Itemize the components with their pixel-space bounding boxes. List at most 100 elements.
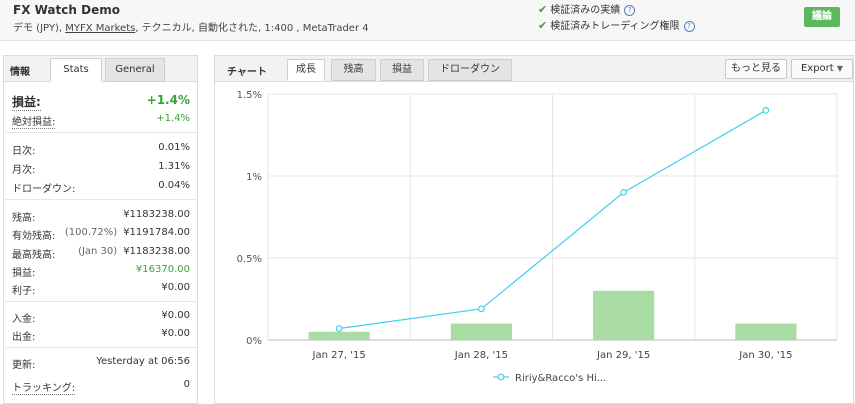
chevron-down-icon: ▼ [836,64,844,73]
data-point [620,188,628,196]
account-system: , テクニカル, 自動化された, 1:400 , MetaTrader 4 [135,23,369,34]
verified-trading-privileges: ✔ 検証済みトレーディング権限? [538,17,695,32]
broker-link[interactable]: MYFX Markets [65,23,135,34]
stat-label: 日次: [12,146,36,157]
help-icon[interactable]: ? [683,21,695,32]
stat-label: 入金: [12,314,36,325]
stat-value: Yesterday at 06:56 [96,356,190,367]
tab-profit[interactable]: 損益 [380,59,424,81]
stat-label: 最高残高: [12,250,56,261]
y-tick-label: 0% [246,336,262,347]
info-panel-title: 情報 [10,67,30,78]
x-tick-label: Jan 29, '15 [596,350,650,361]
stat-interest: 利子: ¥0.00 [12,282,190,297]
stat-label: 更新: [12,360,36,371]
bar [308,331,370,340]
stat-value: ¥16370.00 [135,264,190,275]
divider [5,347,196,348]
stat-value: +1.4% [146,93,190,107]
stat-label: 出金: [12,332,36,343]
x-tick-label: Jan 30, '15 [738,350,792,361]
highest-amount: ¥1183238.00 [123,246,190,257]
stat-label[interactable]: トラッキング: [12,379,76,395]
divider [5,301,196,302]
tab-balance[interactable]: 残高 [331,59,376,81]
stat-monthly: 月次: 1.31% [12,161,190,176]
stat-gain: 損益: +1.4% [12,93,190,111]
data-point [335,325,343,332]
x-tick-label: Jan 28, '15 [454,350,508,361]
divider [5,199,196,200]
stat-value: (100.72%) ¥1191784.00 [65,227,190,238]
verified-track-label: 検証済みの実績 [550,5,621,16]
stat-label: 残高: [12,213,36,224]
help-icon[interactable]: ? [624,5,636,16]
tab-drawdown[interactable]: ドローダウン [428,59,512,81]
stat-label: 損益: [12,268,36,279]
verified-privileges-label: 検証済みトレーディング権限 [550,21,680,32]
equity-amount: ¥1191784.00 [123,227,190,238]
stat-highest: 最高残高: (Jan 30) ¥1183238.00 [12,246,190,261]
export-button[interactable]: Export ▼ [791,59,853,79]
stat-value: 1.31% [158,161,190,172]
x-tick-label: Jan 27, '15 [312,350,366,361]
check-icon: ✔ [538,19,548,32]
export-label: Export [800,63,834,74]
stat-label: ドローダウン: [12,184,76,195]
highest-date: (Jan 30) [78,246,118,257]
y-tick-label: 1% [246,172,262,183]
bar [593,290,655,340]
chart-panel: チャート 成長 残高 損益 ドローダウン もっと見る Export ▼ 0% 0.… [214,55,854,404]
stat-label: 損益: [12,95,41,111]
account-name: FX Watch Demo [13,3,120,17]
account-header: FX Watch Demo デモ (JPY), MYFX Markets, テク… [0,0,855,41]
y-tick-label: 1.5% [237,90,262,101]
info-panel-header: 情報 Stats General [4,56,197,82]
stat-label: 月次: [12,165,36,176]
data-point [762,107,770,114]
stat-value: 0 [183,379,190,390]
verified-track-record: ✔ 検証済みの実績? [538,1,636,16]
legend-label: Ririy&Racco's Hi... [515,373,606,384]
stat-value: (Jan 30) ¥1183238.00 [78,246,190,257]
stat-label: 有効残高: [12,231,56,242]
stat-drawdown: ドローダウン: 0.04% [12,180,190,195]
tab-growth[interactable]: 成長 [287,59,325,81]
legend-marker [497,373,505,381]
y-tick-label: 0.5% [237,254,262,265]
stat-abs-gain: 絶対損益: +1.4% [12,113,190,129]
stat-value: ¥1183238.00 [123,209,190,220]
stat-profit: 損益: ¥16370.00 [12,264,190,279]
divider [5,132,196,133]
chart-panel-title: チャート [227,67,267,78]
stat-value: ¥0.00 [161,310,190,321]
stat-equity: 有効残高: (100.72%) ¥1191784.00 [12,227,190,242]
chart-panel-header: チャート 成長 残高 損益 ドローダウン もっと見る Export ▼ [215,56,853,82]
stat-value: 0.04% [158,180,190,191]
stat-deposits: 入金: ¥0.00 [12,310,190,325]
stat-label: 利子: [12,286,36,297]
stat-value: +1.4% [156,113,190,124]
stat-daily: 日次: 0.01% [12,142,190,157]
stat-updated: 更新: Yesterday at 06:56 [12,356,190,371]
stat-value: ¥0.00 [161,282,190,293]
check-icon: ✔ [538,3,548,16]
stat-value: 0.01% [158,142,190,153]
bar [735,323,797,340]
data-point [477,305,485,313]
bar [450,323,512,340]
info-panel: 情報 Stats General 損益: +1.4% 絶対損益: +1.4% 日… [3,55,198,404]
account-type: デモ (JPY), [13,23,66,34]
stat-label: 絶対損益: [12,113,56,129]
stat-value: ¥0.00 [161,328,190,339]
equity-percent: (100.72%) [64,227,118,238]
stat-withdrawals: 出金: ¥0.00 [12,328,190,343]
discuss-button[interactable]: 議論 [804,7,840,27]
growth-chart: 0% 0.5% 1% 1.5% Jan 27, '15 Jan 28, '15 Jan 29… [237,90,838,384]
tab-general[interactable]: General [105,58,165,82]
stat-tracking: トラッキング: 0 [12,379,190,395]
tab-stats[interactable]: Stats [50,58,102,82]
stat-balance: 残高: ¥1183238.00 [12,209,190,224]
more-button[interactable]: もっと見る [725,59,787,79]
account-details: デモ (JPY), MYFX Markets, テクニカル, 自動化された, 1… [13,19,369,34]
